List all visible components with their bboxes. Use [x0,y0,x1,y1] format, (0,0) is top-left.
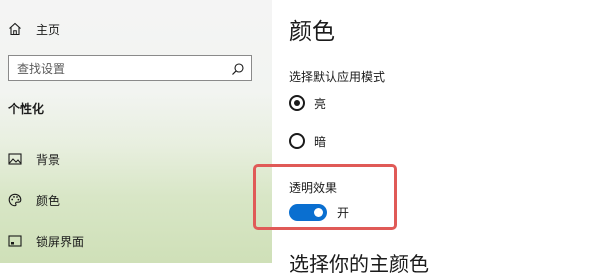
search-placeholder: 查找设置 [17,61,66,76]
sidebar-item-label: 背景 [36,152,61,167]
palette-icon [8,193,22,207]
sidebar: 主页 查找设置 个性化 背景 颜色 锁屏界面 [0,0,272,263]
radio-dark-mode[interactable]: 暗 [289,131,326,151]
radio-label-dark: 暗 [314,134,327,149]
picture-icon [8,152,22,166]
sidebar-item-home[interactable]: 主页 [0,14,272,44]
radio-button-checked[interactable] [289,95,305,111]
radio-label-light: 亮 [314,96,327,111]
sidebar-item-label: 主页 [36,22,61,37]
sidebar-item-background[interactable]: 背景 [0,144,272,174]
radio-button-unchecked[interactable] [289,133,305,149]
highlight-annotation-box [253,164,397,230]
sidebar-item-colors[interactable]: 颜色 [0,185,272,215]
search-icon[interactable] [231,61,245,75]
lock-screen-icon [8,234,22,248]
page-title: 颜色 [289,19,335,45]
home-icon [8,22,22,36]
app-mode-heading: 选择默认应用模式 [289,70,386,84]
sidebar-item-lock-screen[interactable]: 锁屏界面 [0,226,272,256]
sidebar-item-label: 颜色 [36,193,61,208]
search-input[interactable]: 查找设置 [8,55,252,81]
section-title: 个性化 [8,102,45,116]
radio-light-mode[interactable]: 亮 [289,93,326,113]
sidebar-item-label: 锁屏界面 [36,234,85,249]
